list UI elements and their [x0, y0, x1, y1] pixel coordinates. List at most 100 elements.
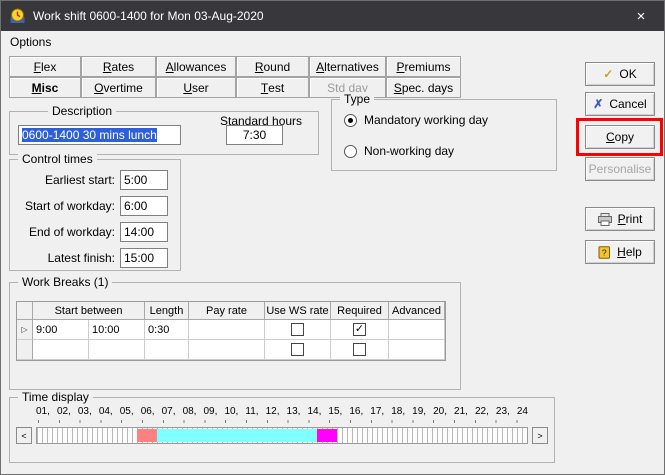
hour-label: 16, [349, 406, 364, 417]
tab-rates[interactable]: Rates [81, 56, 156, 77]
cell-advanced[interactable] [389, 320, 445, 340]
work-shift-dialog: Work shift 0600-1400 for Mon 03-Aug-2020… [0, 0, 665, 475]
row-selector[interactable]: ▷ [17, 320, 33, 340]
tab-misc[interactable]: Misc [9, 77, 81, 98]
tab-flex[interactable]: Flex [9, 56, 81, 77]
required-checkbox[interactable] [353, 343, 366, 356]
end-of-workday-label: End of workday: [28, 225, 115, 239]
description-group-legend: Description [48, 104, 117, 118]
ruler-track[interactable] [36, 427, 528, 444]
window-title: Work shift 0600-1400 for Mon 03-Aug-2020 [33, 9, 264, 23]
latest-finish-row: Latest finish: 15:00 [16, 248, 168, 268]
hour-label: 15, [328, 406, 343, 417]
cell-start-from[interactable] [33, 340, 89, 360]
earliest-start-field[interactable]: 5:00 [120, 170, 168, 190]
start-of-workday-field[interactable]: 6:00 [120, 196, 168, 216]
hour-label: 02, [56, 406, 71, 417]
hour-label: 05, [119, 406, 134, 417]
hour-label: 13, [286, 406, 301, 417]
cross-icon: ✗ [593, 97, 604, 111]
required-checkbox[interactable] [353, 323, 366, 336]
hour-label: 14, [307, 406, 322, 417]
start-of-workday-row: Start of workday: 6:00 [16, 196, 168, 216]
tab-premiums[interactable]: Premiums [386, 56, 461, 77]
hour-label: 04, [98, 406, 113, 417]
start-of-workday-label: Start of workday: [24, 199, 115, 213]
print-button[interactable]: Print [585, 207, 655, 231]
end-of-workday-field[interactable]: 14:00 [120, 222, 168, 242]
cell-length[interactable]: 0:30 [145, 320, 189, 340]
ok-button[interactable]: ✓ OK [585, 62, 655, 86]
cell-required [331, 320, 389, 340]
scroll-left-button[interactable]: < [16, 427, 32, 444]
use-ws-rate-checkbox[interactable] [291, 343, 304, 356]
tab-strip: Flex Rates Allowances Round Alternatives… [9, 56, 461, 98]
menu-item-options[interactable]: Options [3, 33, 58, 51]
radio-mandatory-label: Mandatory working day [364, 113, 489, 127]
hour-label: 19, [412, 406, 427, 417]
header-start-between: Start between [33, 302, 145, 320]
description-group: Description 0600-1400 30 mins lunch Stan… [9, 104, 319, 155]
cell-pay-rate[interactable] [189, 320, 265, 340]
work-breaks-legend: Work Breaks (1) [18, 275, 113, 289]
print-button-label: Print [617, 212, 643, 226]
hour-label: 10, [224, 406, 239, 417]
cell-start-from[interactable]: 9:00 [33, 320, 89, 340]
hour-label: 12, [265, 406, 280, 417]
end-of-workday-row: End of workday: 14:00 [16, 222, 168, 242]
header-use-ws-rate: Use WS rate [265, 302, 331, 320]
cancel-button[interactable]: ✗ Cancel [585, 92, 655, 116]
personalise-button: Personalise [585, 157, 655, 181]
header-length: Length [145, 302, 189, 320]
radio-button-icon [344, 113, 357, 127]
tab-spec-days[interactable]: Spec. days [386, 77, 461, 98]
cell-start-to[interactable]: 10:00 [89, 320, 145, 340]
tab-overtime[interactable]: Overtime [81, 77, 156, 98]
hour-label: 24 [516, 406, 528, 417]
hour-label: 01, [36, 406, 50, 417]
menubar: Options [1, 31, 664, 52]
titlebar: Work shift 0600-1400 for Mon 03-Aug-2020… [1, 1, 664, 31]
latest-finish-field[interactable]: 15:00 [120, 248, 168, 268]
personalise-button-label: Personalise [588, 162, 652, 176]
hour-label: 09, [203, 406, 218, 417]
help-button-label: Help [617, 245, 642, 259]
cell-use-ws-rate [265, 340, 331, 360]
header-pay-rate: Pay rate [189, 302, 265, 320]
check-icon: ✓ [603, 67, 614, 81]
radio-mandatory-working-day[interactable]: Mandatory working day [344, 113, 488, 127]
work-breaks-group: Work Breaks (1) Start between Length Pay… [9, 275, 461, 390]
type-group-legend: Type [340, 92, 375, 106]
use-ws-rate-checkbox[interactable] [291, 323, 304, 336]
close-icon: × [636, 7, 646, 25]
radio-button-icon [344, 144, 357, 158]
tab-allowances[interactable]: Allowances [156, 56, 236, 77]
radio-non-working-label: Non-working day [364, 144, 455, 158]
ruler-numbers: 01, 02, 03, 04, 05, 06, 07, 08, 09, 10, 11, 12, 13, 1… [36, 406, 528, 417]
hour-label: 21, [454, 406, 468, 417]
app-icon [10, 8, 25, 23]
cell-advanced[interactable] [389, 340, 445, 360]
tab-alternatives[interactable]: Alternatives [309, 56, 386, 77]
tab-round[interactable]: Round [236, 56, 309, 77]
hour-label: 11, [245, 406, 259, 417]
hour-label: 20, [433, 406, 447, 417]
standard-hours-field[interactable]: 7:30 [226, 125, 283, 145]
close-button[interactable]: × [618, 1, 664, 31]
cell-length[interactable] [145, 340, 189, 360]
corner-header-cell [17, 302, 33, 320]
shift-segment-late-window [317, 429, 337, 442]
tab-test[interactable]: Test [236, 77, 309, 98]
scroll-right-button[interactable]: > [532, 427, 548, 444]
help-button[interactable]: ? Help [585, 240, 655, 264]
description-input[interactable]: 0600-1400 30 mins lunch [18, 125, 181, 145]
radio-non-working-day[interactable]: Non-working day [344, 144, 454, 158]
row-selector[interactable] [17, 340, 33, 360]
shift-segment-workday [157, 429, 317, 442]
cell-pay-rate[interactable] [189, 340, 265, 360]
type-group: Type Mandatory working day Non-working d… [331, 92, 557, 171]
copy-button[interactable]: Copy [585, 125, 655, 149]
cell-start-to[interactable] [89, 340, 145, 360]
tab-user[interactable]: User [156, 77, 236, 98]
help-book-icon: ? [598, 245, 611, 259]
